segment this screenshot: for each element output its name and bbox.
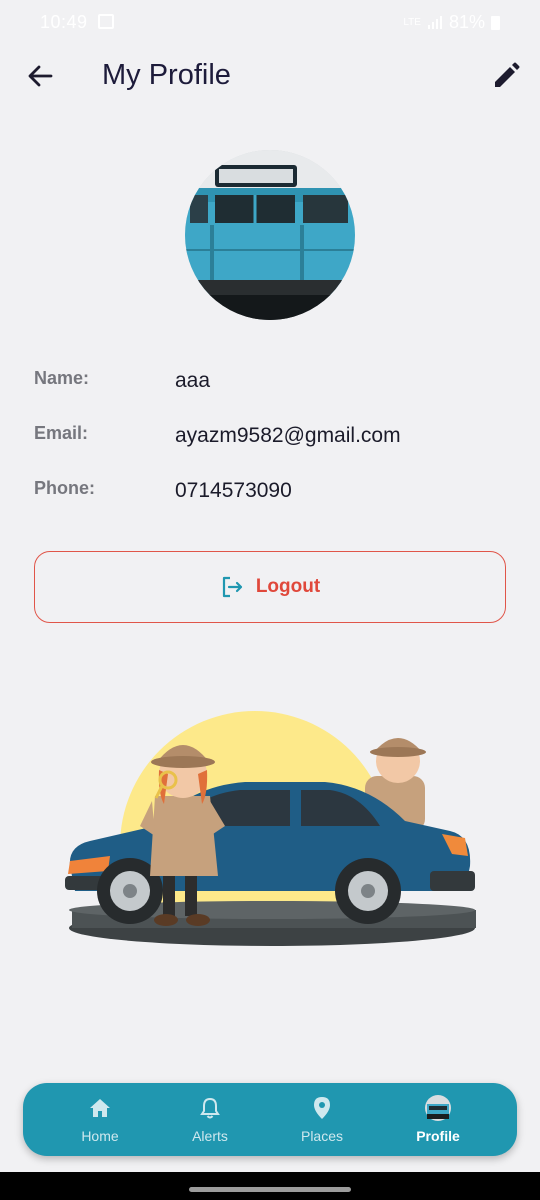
system-gesture-bar <box>0 1172 540 1200</box>
nav-places-label: Places <box>300 1128 344 1144</box>
bell-icon <box>200 1097 220 1119</box>
arrow-back-icon <box>28 65 53 87</box>
phone-value: 0714573090 <box>175 479 292 502</box>
email-value: ayazm9582@gmail.com <box>175 424 401 447</box>
battery-level: 81% <box>448 12 485 32</box>
page-title: My Profile <box>102 59 231 91</box>
home-indicator[interactable] <box>189 1187 351 1192</box>
nav-alerts-label: Alerts <box>192 1128 228 1144</box>
location-pin-icon <box>314 1097 330 1119</box>
network-type: LTE <box>403 17 421 28</box>
home-icon <box>90 1099 110 1117</box>
back-button[interactable] <box>24 60 56 92</box>
pencil-icon <box>495 62 520 87</box>
status-time: 10:49 <box>40 12 88 32</box>
edit-profile-button[interactable] <box>490 60 522 92</box>
profile-avatar[interactable] <box>185 150 355 320</box>
avatar-bus-image <box>185 150 355 320</box>
detectives-car-illustration <box>60 686 480 956</box>
signal-icon <box>427 15 442 29</box>
email-label: Email: <box>34 423 89 443</box>
logout-label: Logout <box>255 576 321 597</box>
status-bar: 10:49 LTE 81% <box>0 0 540 46</box>
bottom-navigation: Home Alerts Places Profile <box>23 1083 517 1156</box>
logout-button[interactable]: Logout <box>34 551 506 623</box>
profile-row-name: Name: aaa <box>34 368 514 398</box>
nav-profile-label: Profile <box>416 1128 460 1144</box>
name-label: Name: <box>34 368 90 388</box>
nav-alerts[interactable]: Alerts <box>155 1083 265 1156</box>
nav-home-label: Home <box>81 1128 119 1144</box>
phone-label: Phone: <box>34 478 95 498</box>
name-value: aaa <box>175 369 211 392</box>
app-bar: My Profile <box>0 46 540 108</box>
nav-places[interactable]: Places <box>267 1083 377 1156</box>
profile-row-phone: Phone: 0714573090 <box>34 478 514 508</box>
nav-home[interactable]: Home <box>45 1083 155 1156</box>
gallery-notification-icon <box>98 14 114 29</box>
status-right: LTE 81% <box>403 12 500 33</box>
nav-profile[interactable]: Profile <box>383 1083 493 1156</box>
bus-avatar-icon <box>425 1095 451 1121</box>
profile-row-email: Email: ayazm9582@gmail.com <box>34 423 514 453</box>
battery-icon <box>491 15 500 30</box>
logout-icon <box>222 576 242 598</box>
